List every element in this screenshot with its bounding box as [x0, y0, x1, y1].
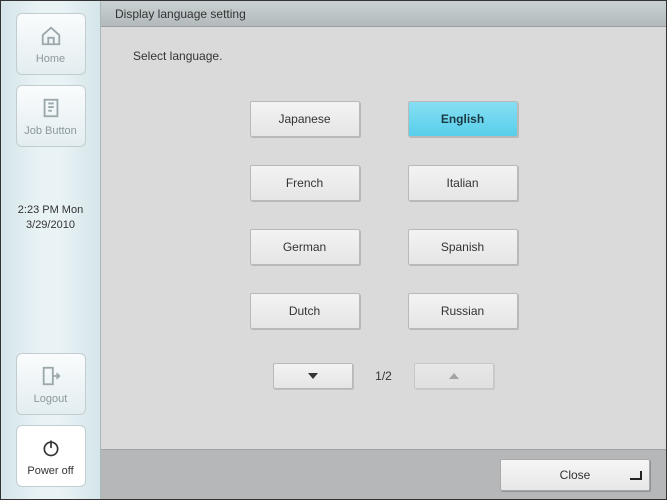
language-option-spanish[interactable]: Spanish	[408, 229, 518, 265]
language-option-french[interactable]: French	[250, 165, 360, 201]
logout-label: Logout	[34, 393, 68, 405]
prompt-text: Select language.	[133, 49, 638, 63]
home-label: Home	[36, 53, 65, 65]
power-off-label: Power off	[27, 465, 73, 477]
page-next-button[interactable]	[273, 363, 353, 389]
close-button[interactable]: Close	[500, 459, 650, 491]
title-text: Display language setting	[115, 7, 246, 21]
page-indicator: 1/2	[375, 369, 392, 383]
page-prev-button[interactable]	[414, 363, 494, 389]
time-text: 2:23 PM Mon	[18, 203, 83, 218]
language-option-japanese[interactable]: Japanese	[250, 101, 360, 137]
pager: 1/2	[129, 363, 638, 389]
home-button[interactable]: Home	[16, 13, 86, 75]
chevron-up-icon	[447, 371, 461, 381]
enter-icon	[627, 470, 643, 485]
close-label: Close	[560, 468, 591, 482]
logout-icon	[40, 363, 62, 389]
title-bar: Display language setting	[101, 1, 666, 27]
language-option-dutch[interactable]: Dutch	[250, 293, 360, 329]
main-panel: Display language setting Select language…	[101, 1, 666, 499]
language-option-italian[interactable]: Italian	[408, 165, 518, 201]
power-icon	[41, 435, 61, 461]
power-off-button[interactable]: Power off	[16, 425, 86, 487]
footer-bar: Close	[101, 449, 666, 499]
language-grid: Japanese English French Italian German Spanis…	[129, 101, 638, 329]
language-option-german[interactable]: German	[250, 229, 360, 265]
date-text: 3/29/2010	[18, 218, 83, 233]
clock: 2:23 PM Mon 3/29/2010	[18, 203, 83, 234]
job-icon	[40, 95, 62, 121]
content-area: Select language. Japanese English French It…	[101, 27, 666, 449]
chevron-down-icon	[306, 371, 320, 381]
job-button[interactable]: Job Button	[16, 85, 86, 147]
language-option-english[interactable]: English	[408, 101, 518, 137]
home-icon	[40, 23, 62, 49]
sidebar: Home Job Button 2:23 PM Mon 3/29/2010 Lo…	[1, 1, 101, 499]
logout-button[interactable]: Logout	[16, 353, 86, 415]
language-option-russian[interactable]: Russian	[408, 293, 518, 329]
job-button-label: Job Button	[24, 125, 77, 137]
